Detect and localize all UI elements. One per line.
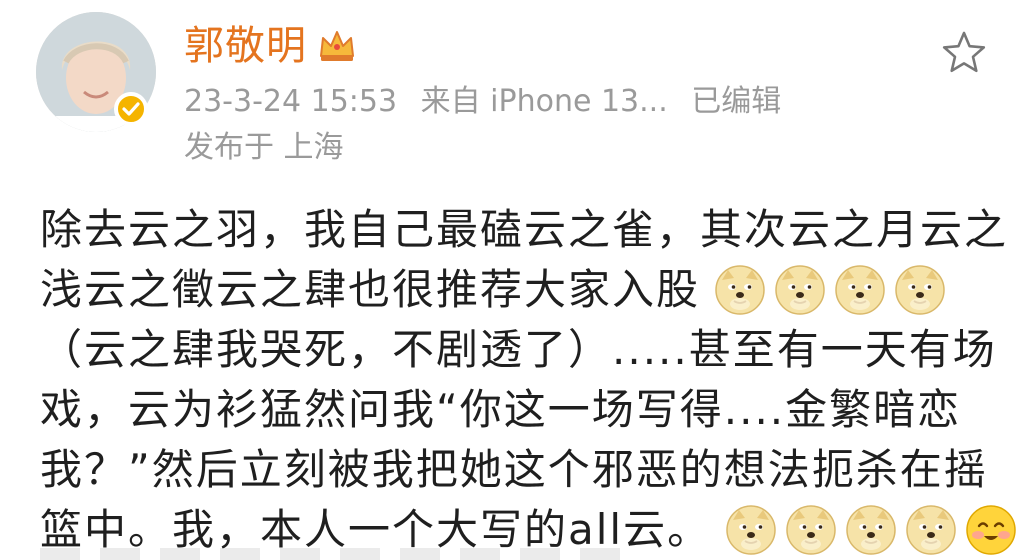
post-line-text: 戏，云为衫猛然问我“你这一场写得....金繁暗恋 [40,385,962,434]
post-line-text: 我？”然后立刻被我把她这个邪恶的想法扼杀在摇 [40,445,988,494]
post-line-text: 除去云之羽，我自己最磕云之雀，其次云之月云之 [40,205,1009,254]
smile-emoji-icon [965,504,1017,556]
doge-emoji-icon [774,264,826,316]
post-meta: 23-3-24 15:53 来自 iPhone 13... 已编辑 [184,82,795,122]
post-line-text: （云之肆我哭死，不剧透了）.....甚至有一天有场 [40,325,997,374]
verified-badge-icon [114,92,148,126]
crown-icon [317,28,357,64]
doge-emoji-icon [834,264,886,316]
doge-emoji-icon [845,504,897,556]
favorite-button[interactable] [940,28,988,76]
post-time[interactable]: 23-3-24 15:53 [184,84,397,119]
post-body: 除去云之羽，我自己最磕云之雀，其次云之月云之 浅云之徵云之肆也很推荐大家入股 （… [40,200,1016,560]
post-line: 除去云之羽，我自己最磕云之雀，其次云之月云之 [40,200,1006,260]
post-line-text: 浅云之徵云之肆也很推荐大家入股 [40,265,701,314]
post-line: （云之肆我哭死，不剧透了）.....甚至有一天有场 [40,320,1000,380]
post-source: 来自 iPhone 13... [420,84,668,119]
emoji-group [717,504,1017,556]
doge-emoji-icon [785,504,837,556]
doge-emoji-icon [714,264,766,316]
emoji-group [706,264,946,316]
post-line: 浅云之徵云之肆也很推荐大家入股 [40,260,1000,320]
doge-emoji-icon [894,264,946,316]
star-icon [942,31,986,73]
doge-emoji-icon [905,504,957,556]
doge-emoji-icon [725,504,777,556]
next-line-fragment [40,548,640,560]
username-row: 郭敬明 [184,18,357,74]
post-line: 戏，云为衫猛然问我“你这一场写得....金繁暗恋 [40,380,1000,440]
post-line: 我？”然后立刻被我把她这个邪恶的想法扼杀在摇 [40,440,1000,500]
edited-label[interactable]: 已编辑 [691,84,781,119]
username[interactable]: 郭敬明 [184,18,307,74]
post-location: 发布于 上海 [184,130,344,165]
